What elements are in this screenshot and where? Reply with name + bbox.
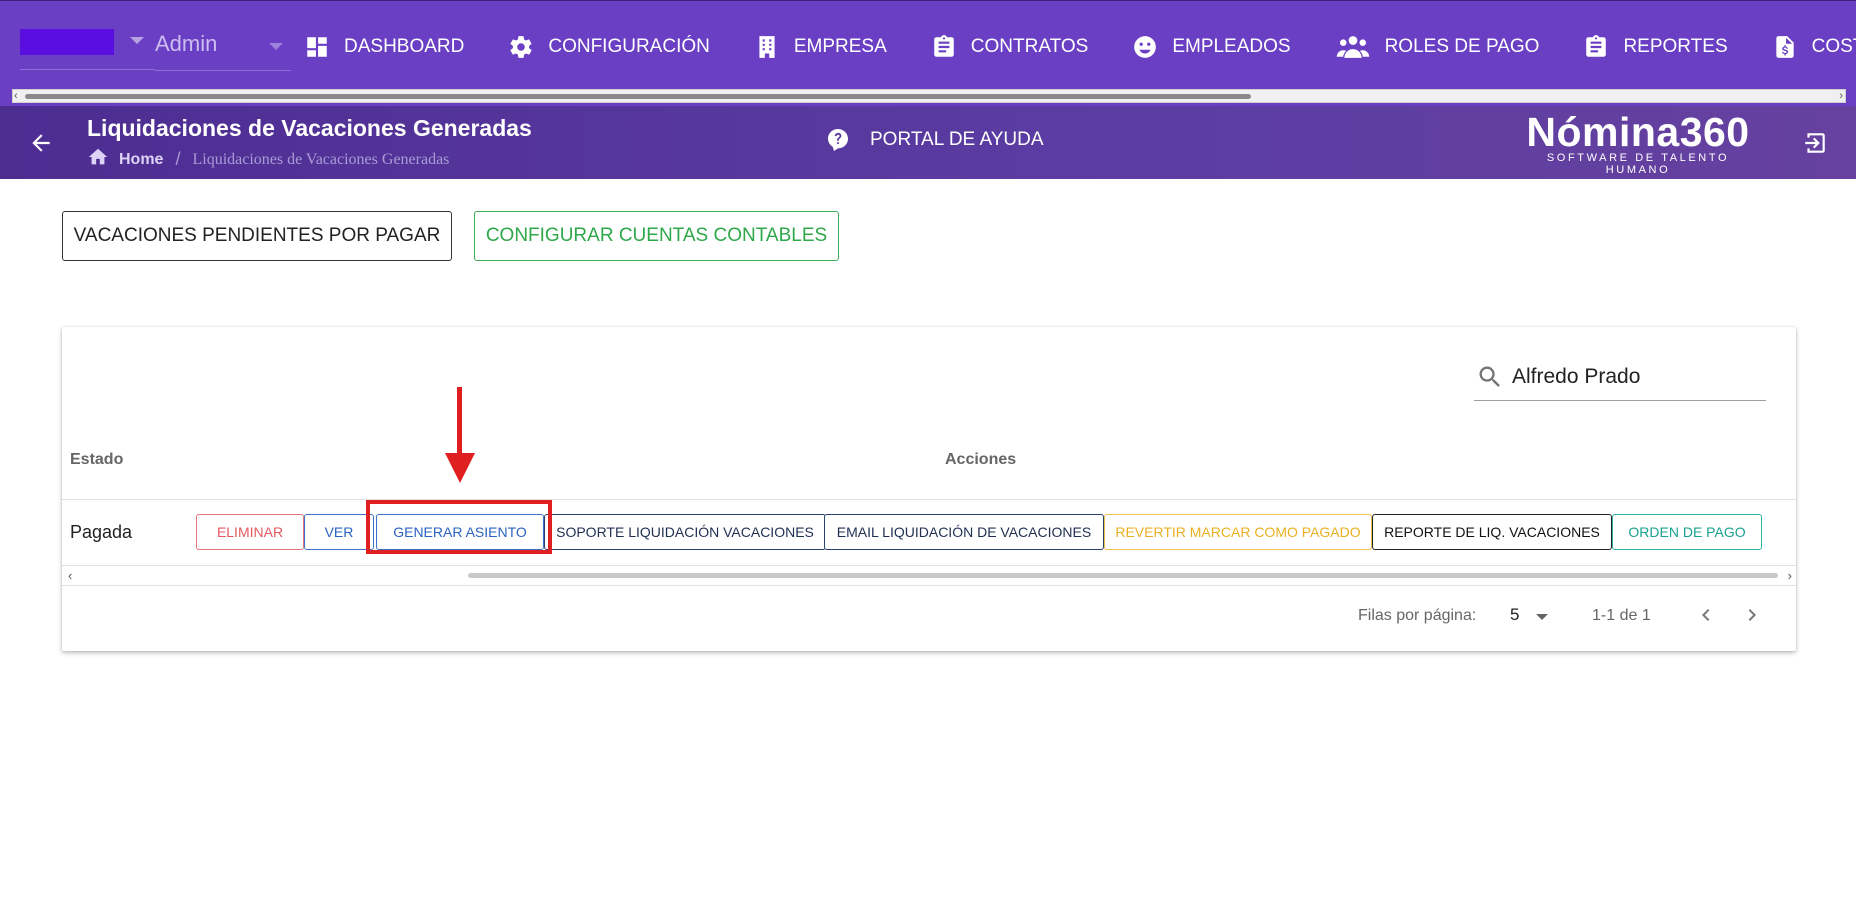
- nav-item-costos[interactable]: COSTOS: [1772, 34, 1856, 60]
- scroll-right-icon[interactable]: ›: [1788, 568, 1792, 583]
- email-liquidation-button[interactable]: EMAIL LIQUIDACIÓN DE VACACIONES: [824, 514, 1104, 550]
- page-header: Liquidaciones de Vacaciones Generadas Ho…: [0, 106, 1856, 179]
- vacation-report-button[interactable]: REPORTE DE LIQ. VACACIONES: [1372, 514, 1612, 550]
- chevron-down-icon[interactable]: [269, 43, 283, 50]
- search-icon: [1479, 366, 1500, 387]
- annotation-arrow-head: [445, 453, 475, 483]
- gear-icon: [508, 34, 534, 60]
- company-selector-underline: [20, 69, 155, 70]
- help-icon: [828, 129, 848, 151]
- main-menu: DASHBOARD CONFIGURACIÓN EMPRESA CONTRATO…: [304, 27, 1856, 67]
- support-liquidation-button[interactable]: SOPORTE LIQUIDACIÓN VACACIONES: [544, 514, 826, 550]
- liquidations-table-card: Estado Acciones Pagada ELIMINAR VER GENE…: [62, 327, 1796, 651]
- nav-item-configuracion[interactable]: CONFIGURACIÓN: [508, 34, 710, 60]
- table-scrollbar[interactable]: ‹ ›: [62, 567, 1796, 585]
- chevron-left-icon: [1702, 609, 1710, 621]
- breadcrumb-separator: /: [175, 149, 181, 169]
- pending-vacations-button[interactable]: VACACIONES PENDIENTES POR PAGAR: [62, 211, 452, 261]
- breadcrumb-home[interactable]: Home: [119, 151, 163, 169]
- dashboard-icon: [304, 34, 330, 60]
- clipboard-icon: [1583, 34, 1609, 60]
- status-cell: Pagada: [70, 522, 133, 542]
- building-icon: [754, 34, 780, 60]
- rows-per-page-select[interactable]: 5: [1510, 605, 1519, 625]
- clipboard-icon: [931, 34, 957, 60]
- annotation-highlight-box: [366, 500, 552, 554]
- logout-icon: [1805, 133, 1825, 153]
- nav-scrollbar[interactable]: ‹ ›: [12, 89, 1846, 103]
- nav-item-label: EMPRESA: [793, 36, 887, 57]
- company-selector[interactable]: [20, 29, 114, 55]
- brand-tagline: SOFTWARE DE TALENTO HUMANO: [1546, 152, 1730, 176]
- chevron-down-icon[interactable]: [130, 37, 144, 44]
- help-portal-link[interactable]: PORTAL DE AYUDA: [826, 128, 1044, 152]
- table-pagination: Filas por página: 5 1-1 de 1: [62, 585, 1796, 651]
- chevron-right-icon: [1748, 609, 1756, 621]
- delete-button[interactable]: ELIMINAR: [196, 514, 304, 550]
- logout-button[interactable]: [1802, 130, 1828, 156]
- role-label: Admin: [155, 31, 218, 56]
- nav-item-contratos[interactable]: CONTRATOS: [931, 34, 1089, 60]
- scrollbar-thumb[interactable]: [25, 94, 1251, 99]
- nav-item-reportes[interactable]: REPORTES: [1583, 34, 1728, 60]
- revert-paid-button[interactable]: REVERTIR MARCAR COMO PAGADO: [1104, 514, 1372, 550]
- header-divider: [62, 499, 1796, 500]
- nav-item-label: CONFIGURACIÓN: [548, 36, 710, 57]
- previous-page-button[interactable]: [1694, 603, 1718, 627]
- invoice-dollar-icon: [1772, 34, 1798, 60]
- nav-item-roles-de-pago[interactable]: ROLES DE PAGO: [1335, 34, 1540, 60]
- nav-item-label: ROLES DE PAGO: [1384, 36, 1540, 57]
- configure-accounts-button[interactable]: CONFIGURAR CUENTAS CONTABLES: [474, 211, 839, 261]
- search-field[interactable]: [1474, 357, 1766, 401]
- nav-item-empleados[interactable]: EMPLEADOS: [1132, 34, 1291, 60]
- pagination-range: 1-1 de 1: [1592, 607, 1651, 624]
- chevron-down-icon[interactable]: [1536, 614, 1548, 620]
- next-page-button[interactable]: [1740, 603, 1764, 627]
- payment-order-button[interactable]: ORDEN DE PAGO: [1612, 514, 1762, 550]
- rows-per-page-label: Filas por página:: [1358, 607, 1477, 624]
- arrow-left-icon: [32, 134, 50, 152]
- nav-item-label: CONTRATOS: [970, 36, 1089, 57]
- row-divider: [62, 565, 1796, 566]
- column-header-estado[interactable]: Estado: [70, 451, 123, 469]
- brand-logo: Nómina360 SOFTWARE DE TALENTO HUMANO: [1514, 110, 1762, 176]
- column-header-acciones: Acciones: [945, 451, 1017, 468]
- nav-item-dashboard[interactable]: DASHBOARD: [304, 34, 464, 60]
- group-icon: [1335, 34, 1371, 60]
- brand-name: Nómina360: [1526, 109, 1750, 155]
- nav-item-label: DASHBOARD: [344, 36, 465, 57]
- nav-item-label: REPORTES: [1623, 36, 1728, 57]
- role-selector[interactable]: Admin: [155, 27, 291, 71]
- home-icon[interactable]: [87, 146, 109, 173]
- nav-item-label: COSTOS: [1811, 36, 1856, 57]
- annotation-arrow-shaft: [457, 387, 462, 457]
- breadcrumb-current: Liquidaciones de Vacaciones Generadas: [192, 150, 450, 168]
- back-button[interactable]: [28, 130, 54, 156]
- top-navigation: Admin DASHBOARD CONFIGURACIÓN EMPRESA CO…: [0, 0, 1856, 106]
- search-input[interactable]: [1512, 361, 1762, 393]
- breadcrumb: Home / Liquidaciones de Vacaciones Gener…: [87, 146, 449, 173]
- scrollbar-thumb[interactable]: [468, 573, 1778, 578]
- scroll-right-icon[interactable]: ›: [1839, 89, 1843, 103]
- face-icon: [1132, 34, 1158, 60]
- scroll-left-icon[interactable]: ‹: [14, 89, 18, 103]
- nav-item-empresa[interactable]: EMPRESA: [754, 34, 887, 60]
- view-button[interactable]: VER: [304, 514, 374, 550]
- page-title: Liquidaciones de Vacaciones Generadas: [87, 115, 532, 141]
- nav-item-label: EMPLEADOS: [1172, 36, 1291, 57]
- help-label: PORTAL DE AYUDA: [870, 129, 1044, 150]
- scroll-left-icon[interactable]: ‹: [68, 568, 72, 583]
